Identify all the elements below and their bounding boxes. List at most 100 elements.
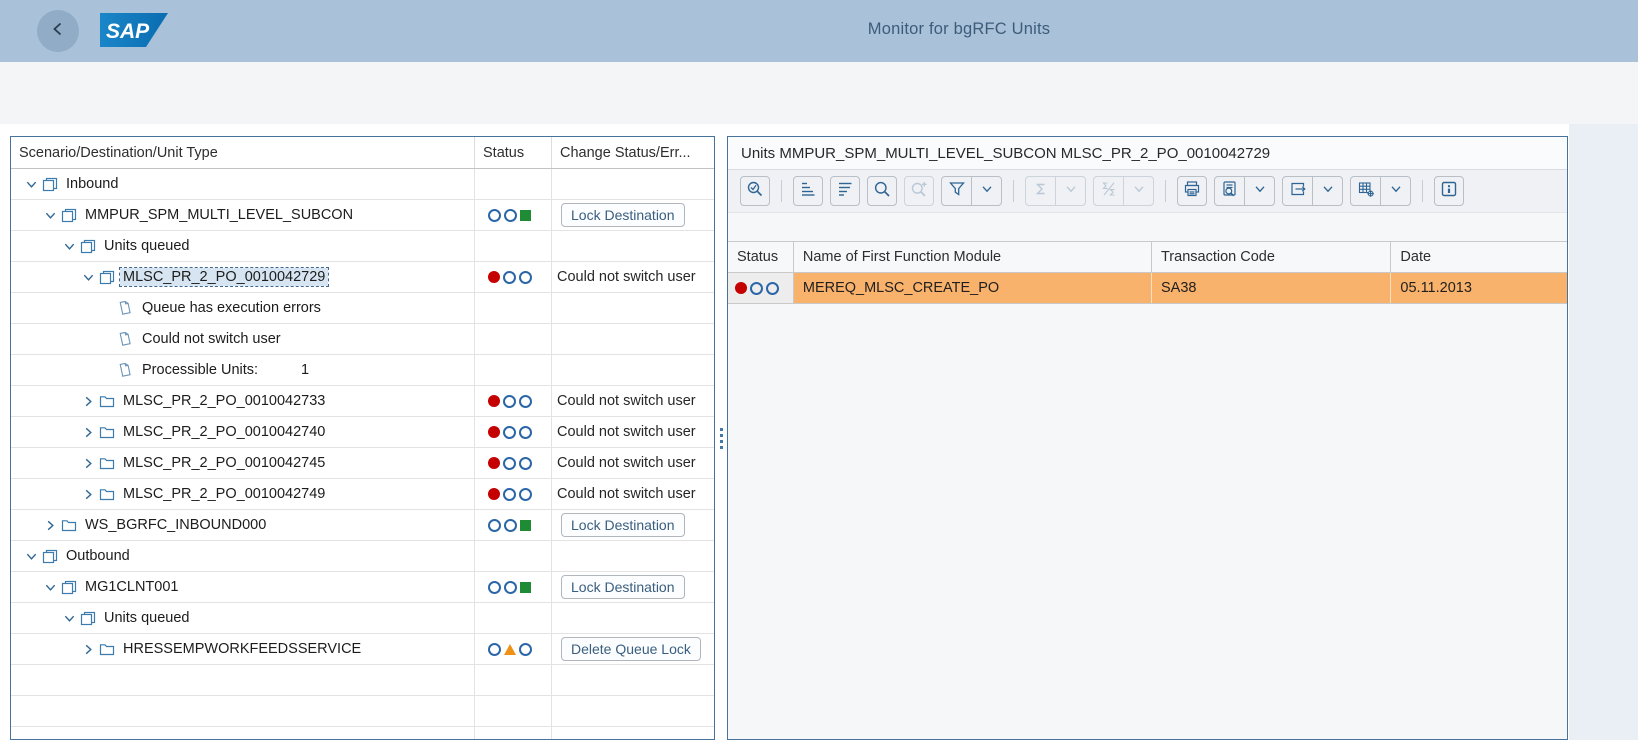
tree-item-label[interactable]: MLSC_PR_2_PO_0010042740 bbox=[120, 423, 328, 441]
tree-item-label[interactable]: Queue has execution errors bbox=[139, 299, 324, 317]
print-button[interactable] bbox=[1177, 176, 1207, 206]
views-split-button bbox=[1214, 176, 1275, 206]
units-table-row[interactable]: MEREQ_MLSC_CREATE_POSA3805.11.2013 bbox=[728, 273, 1567, 304]
tree-row[interactable]: MLSC_PR_2_PO_0010042749Could not switch … bbox=[11, 479, 714, 510]
column-header-scenario[interactable]: Scenario/Destination/Unit Type bbox=[11, 137, 475, 168]
tree-item-label[interactable]: MLSC_PR_2_PO_0010042745 bbox=[120, 454, 328, 472]
delete-queue-lock-button[interactable]: Delete Queue Lock bbox=[561, 637, 701, 661]
chevron-down-icon[interactable] bbox=[25, 178, 39, 191]
chevron-down-icon[interactable] bbox=[44, 581, 58, 594]
units-table-body: MEREQ_MLSC_CREATE_POSA3805.11.2013 bbox=[728, 273, 1567, 304]
tree-item-label[interactable]: Inbound bbox=[63, 175, 121, 193]
red-circle-icon bbox=[488, 271, 500, 283]
chevron-right-icon[interactable] bbox=[82, 426, 96, 439]
tree-item-label[interactable]: WS_BGRFC_INBOUND000 bbox=[82, 516, 269, 534]
lock-destination-button[interactable]: Lock Destination bbox=[561, 575, 685, 599]
tree-item-label[interactable]: Units queued bbox=[101, 609, 192, 627]
back-button[interactable] bbox=[37, 10, 79, 52]
red-circle-icon bbox=[488, 395, 500, 407]
chevron-down-icon[interactable] bbox=[25, 550, 39, 563]
tree-name-cell: HRESSEMPWORKFEEDSSERVICE bbox=[11, 634, 475, 664]
chevron-down-icon[interactable] bbox=[63, 612, 77, 625]
chevron-right-icon[interactable] bbox=[82, 395, 96, 408]
info-button[interactable] bbox=[1434, 176, 1464, 206]
folder-icon bbox=[99, 394, 117, 409]
sort-descending-button[interactable] bbox=[830, 176, 860, 206]
views-menu-button[interactable] bbox=[1244, 177, 1274, 205]
tree-row[interactable]: MLSC_PR_2_PO_0010042733Could not switch … bbox=[11, 386, 714, 417]
status-error-icon bbox=[488, 488, 532, 501]
tree-row[interactable]: WS_BGRFC_INBOUND000 Lock Destination bbox=[11, 510, 714, 541]
error-text: Could not switch user bbox=[557, 455, 696, 471]
chevron-down-icon bbox=[979, 181, 995, 202]
chevron-down-icon[interactable] bbox=[82, 271, 96, 284]
tree-name-cell: WS_BGRFC_INBOUND000 bbox=[11, 510, 475, 540]
column-header-name-of-first-function-module[interactable]: Name of First Function Module bbox=[794, 242, 1152, 272]
table-settings-button[interactable] bbox=[1351, 177, 1380, 205]
tree-item-label[interactable]: MMPUR_SPM_MULTI_LEVEL_SUBCON bbox=[82, 206, 356, 224]
column-header-change-status[interactable]: Change Status/Err... bbox=[552, 137, 714, 168]
panel-splitter[interactable] bbox=[716, 136, 726, 740]
tree-item-label[interactable]: HRESSEMPWORKFEEDSSERVICE bbox=[120, 640, 364, 658]
filter-button[interactable] bbox=[942, 177, 971, 205]
chevron-right-icon[interactable] bbox=[82, 457, 96, 470]
tree-item-label[interactable]: MLSC_PR_2_PO_0010042733 bbox=[120, 392, 328, 410]
filter-menu-button[interactable] bbox=[971, 177, 1001, 205]
table-settings-menu-button[interactable] bbox=[1380, 177, 1410, 205]
status-cell bbox=[475, 603, 552, 633]
status-cell bbox=[475, 200, 552, 230]
tree-row[interactable]: Units queued bbox=[11, 603, 714, 634]
tree-item-label[interactable]: Processible Units: bbox=[139, 361, 261, 379]
folder-icon bbox=[99, 425, 117, 440]
tree-name-cell bbox=[11, 727, 475, 740]
tree-row[interactable]: HRESSEMPWORKFEEDSSERVICE Delete Queue Loc… bbox=[11, 634, 714, 665]
page-background-strip bbox=[1569, 124, 1638, 740]
tree-item-label[interactable]: MLSC_PR_2_PO_0010042729 bbox=[120, 268, 328, 286]
lock-destination-button[interactable]: Lock Destination bbox=[561, 203, 685, 227]
lock-destination-button[interactable]: Lock Destination bbox=[561, 513, 685, 537]
tree-row[interactable]: MLSC_PR_2_PO_0010042745 Could not switch … bbox=[11, 448, 714, 479]
sort-ascending-button[interactable] bbox=[793, 176, 823, 206]
scenario-tree-panel: Scenario/Destination/Unit Type Status Ch… bbox=[10, 136, 715, 740]
chevron-down-icon[interactable] bbox=[63, 240, 77, 253]
subtotals-split-button bbox=[1093, 176, 1154, 206]
export-menu-button[interactable] bbox=[1312, 177, 1342, 205]
tree-row[interactable]: Queue has execution errors bbox=[11, 293, 714, 324]
tree-row[interactable]: MLSC_PR_2_PO_0010042740Could not switch … bbox=[11, 417, 714, 448]
tree-row[interactable]: Could not switch user bbox=[11, 324, 714, 355]
tree-row[interactable]: Outbound bbox=[11, 541, 714, 572]
column-header-status[interactable]: Status bbox=[728, 242, 794, 272]
toolbar-separator bbox=[1165, 180, 1166, 202]
tree-row[interactable]: MG1CLNT001 Lock Destination bbox=[11, 572, 714, 603]
status-cell bbox=[475, 169, 552, 199]
red-circle-icon bbox=[488, 426, 500, 438]
column-header-transaction-code[interactable]: Transaction Code bbox=[1152, 242, 1391, 272]
find-button[interactable] bbox=[867, 176, 897, 206]
tree-item-label[interactable]: Outbound bbox=[63, 547, 133, 565]
tree-item-label[interactable]: Units queued bbox=[101, 237, 192, 255]
export-button[interactable] bbox=[1283, 177, 1312, 205]
subtotals-button bbox=[1094, 177, 1123, 205]
tree-row[interactable]: MMPUR_SPM_MULTI_LEVEL_SUBCON Lock Destina… bbox=[11, 200, 714, 231]
tree-row[interactable]: Units queued bbox=[11, 231, 714, 262]
tree-item-label[interactable]: MLSC_PR_2_PO_0010042749 bbox=[120, 485, 328, 503]
column-header-date[interactable]: Date bbox=[1391, 242, 1567, 272]
chevron-right-icon[interactable] bbox=[44, 519, 58, 532]
status-cell bbox=[475, 665, 552, 695]
details-button[interactable] bbox=[740, 176, 770, 206]
tree-row bbox=[11, 696, 714, 727]
chevron-down-icon[interactable] bbox=[44, 209, 58, 222]
tree-item-label[interactable]: Could not switch user bbox=[139, 330, 284, 348]
column-header-status[interactable]: Status bbox=[475, 137, 552, 168]
chevron-down-icon bbox=[1131, 181, 1147, 202]
chevron-right-icon[interactable] bbox=[82, 488, 96, 501]
views-button[interactable] bbox=[1215, 177, 1244, 205]
status-error-icon bbox=[488, 271, 532, 284]
circle-icon bbox=[504, 581, 517, 594]
table-settings-split-button bbox=[1350, 176, 1411, 206]
chevron-right-icon[interactable] bbox=[82, 643, 96, 656]
tree-row[interactable]: MLSC_PR_2_PO_0010042729Could not switch … bbox=[11, 262, 714, 293]
tree-row[interactable]: Processible Units:1 bbox=[11, 355, 714, 386]
tree-row[interactable]: Inbound bbox=[11, 169, 714, 200]
tree-item-label[interactable]: MG1CLNT001 bbox=[82, 578, 181, 596]
